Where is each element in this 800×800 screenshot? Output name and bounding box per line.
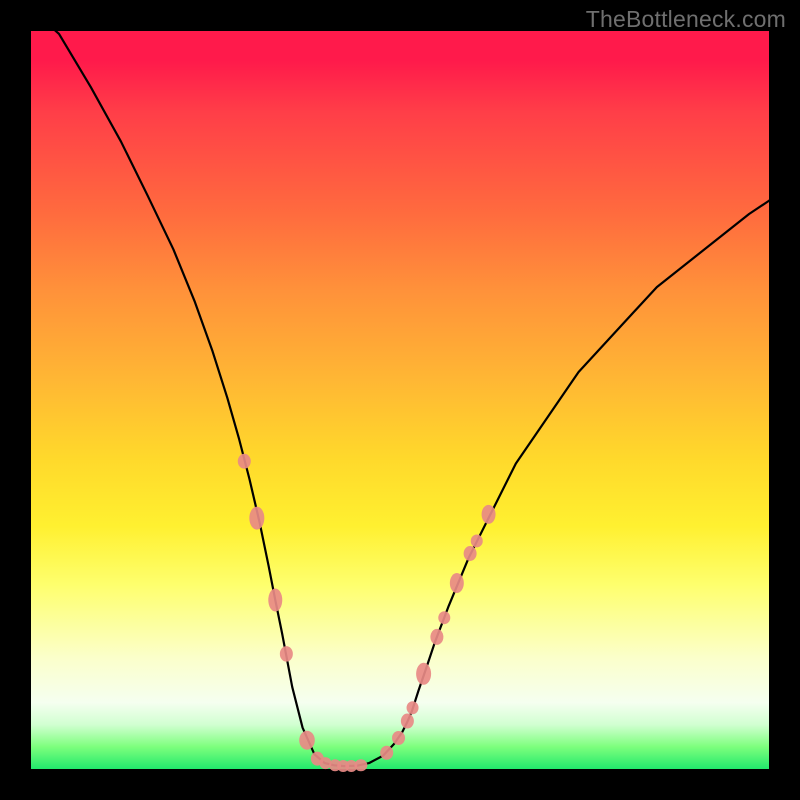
data-point [401,714,414,729]
data-point [392,731,405,745]
data-point [430,629,443,645]
chart-frame: TheBottleneck.com [0,0,800,800]
data-point [450,573,464,593]
data-point [482,505,496,524]
data-point [471,534,483,547]
data-point [416,663,431,685]
data-markers [238,454,496,772]
data-point [238,454,251,469]
data-point [280,646,293,662]
data-point [249,507,264,530]
data-point [299,731,315,750]
data-point [380,746,393,760]
data-point [354,759,367,771]
chart-svg [0,0,800,800]
data-point [407,701,419,714]
data-point [464,546,477,561]
data-point [438,611,450,624]
curve-left-curve [31,9,357,766]
data-point [268,589,282,612]
curve-lines [31,9,791,766]
